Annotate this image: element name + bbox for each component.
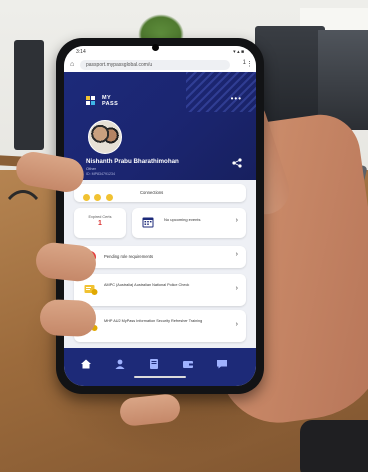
avatar[interactable] xyxy=(88,120,122,154)
home-icon[interactable]: ⌂ xyxy=(70,61,74,68)
messages-icon[interactable] xyxy=(216,357,228,369)
chevron-right-icon: › xyxy=(235,285,238,292)
monitor-left xyxy=(14,40,44,150)
certificate-icon xyxy=(84,285,98,295)
status-time: 3:14 xyxy=(76,49,86,55)
mypass-logo-icon xyxy=(86,96,98,108)
header-pattern xyxy=(186,72,256,112)
cable xyxy=(0,190,46,256)
smartphone: 3:14 ▾ ▴ ■ ⌂ passport.mypassglobal.com/u… xyxy=(56,38,264,394)
connections-label: Connections xyxy=(140,190,164,195)
documents-icon[interactable] xyxy=(148,357,160,369)
bottom-navigation xyxy=(64,348,256,386)
calendar-icon xyxy=(142,217,154,228)
events-label: No upcoming events xyxy=(164,217,201,222)
profile-header: MY PASS ••• Nishanth Prabu Bharathimohan… xyxy=(64,72,256,180)
connections-card[interactable]: Connections xyxy=(74,184,246,202)
chevron-right-icon: › xyxy=(235,321,238,328)
gesture-bar xyxy=(134,376,186,378)
wallet-icon[interactable] xyxy=(182,357,194,369)
logo-line-2: PASS xyxy=(102,101,119,107)
browser-url-bar: ⌂ passport.mypassglobal.com/u 1 ⋮ xyxy=(64,58,256,72)
home-icon[interactable] xyxy=(80,357,92,369)
chevron-right-icon: › xyxy=(235,251,238,258)
connection-avatar xyxy=(104,193,114,202)
expired-certs-card[interactable]: Expired Certs 1 xyxy=(74,208,126,238)
browser-menu-icon[interactable]: ⋮ xyxy=(246,60,253,68)
credential-item[interactable]: AMPC (Australia) Australian National Pol… xyxy=(74,274,246,306)
credential-title: AMPC (Australia) Australian National Pol… xyxy=(104,283,190,287)
url-field[interactable]: passport.mypassglobal.com/u xyxy=(80,60,230,70)
profile-id: ID: MP834791234 xyxy=(86,172,115,176)
more-menu-icon[interactable]: ••• xyxy=(231,94,242,103)
events-card[interactable]: No upcoming events › xyxy=(132,208,246,238)
connection-avatar xyxy=(93,193,103,202)
connection-avatars xyxy=(82,189,114,207)
expired-certs-label: Expired Certs xyxy=(88,215,112,219)
connection-avatar xyxy=(82,193,91,202)
credential-title: MHP AU2 MyPass Information Security Refr… xyxy=(104,319,203,323)
sleeve xyxy=(300,420,368,472)
profile-icon[interactable] xyxy=(114,357,126,369)
phone-screen: 3:14 ▾ ▴ ■ ⌂ passport.mypassglobal.com/u… xyxy=(64,46,256,386)
credential-item[interactable]: MHP AU2 MyPass Information Security Refr… xyxy=(74,310,246,342)
pending-requirements-card[interactable]: 14 Pending role requirements › xyxy=(74,246,246,268)
status-icons: ▾ ▴ ■ xyxy=(233,49,244,55)
profile-role: Other xyxy=(86,166,97,171)
profile-name: Nishanth Prabu Bharathimohan xyxy=(86,158,179,165)
share-icon[interactable] xyxy=(232,158,242,168)
expired-certs-count: 1 xyxy=(98,220,102,227)
finger xyxy=(39,299,97,337)
chevron-right-icon: › xyxy=(235,217,238,224)
status-bar: 3:14 ▾ ▴ ■ xyxy=(64,46,256,58)
front-camera xyxy=(152,44,159,51)
logo-text: MY PASS xyxy=(102,95,118,107)
pending-label: Pending role requirements xyxy=(104,254,154,259)
